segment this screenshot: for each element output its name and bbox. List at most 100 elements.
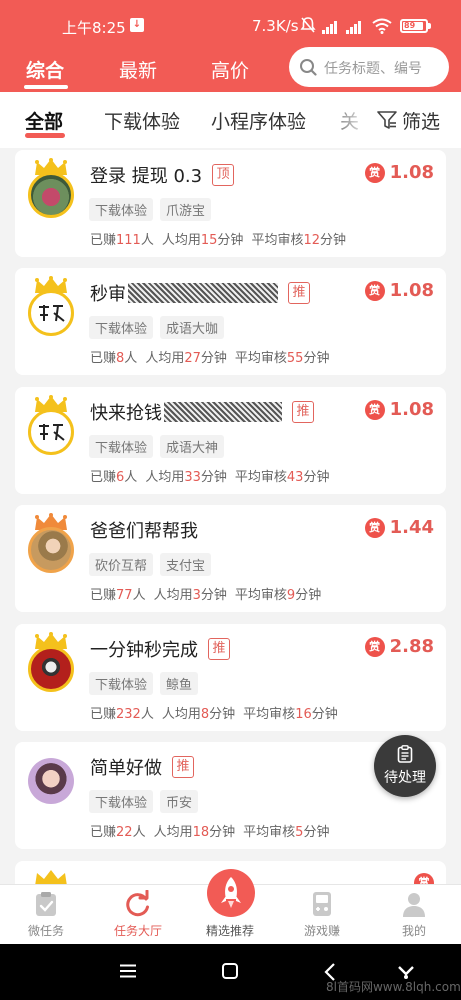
clipboard-check-icon [36, 892, 56, 916]
assistant-icon[interactable] [398, 963, 414, 979]
tab-comprehensive[interactable]: 综合 [26, 56, 64, 83]
task-title: 快来抢钱 推 [90, 399, 314, 425]
nav-label: 游戏赚 [303, 924, 340, 938]
nav-game-earn[interactable]: 游戏赚 [276, 885, 368, 945]
recommend-badge: 推 [288, 282, 310, 304]
status-time: 上午8:25 [62, 19, 126, 37]
filter-icon [377, 111, 397, 129]
reward-icon: 赏 [364, 517, 385, 538]
category-tabs: 全部 下载体验 小程序体验 关 筛选 [0, 92, 461, 148]
user-icon [403, 893, 425, 917]
home-icon[interactable] [222, 963, 238, 979]
task-card[interactable]: 秒审 推 下载体验 成语大咖 已赚8人 人均用27分钟 平均审核55分钟 赏 1.0… [15, 268, 446, 375]
nav-label: 任务大厅 [113, 924, 162, 938]
avatar [25, 276, 77, 336]
tag-category: 下载体验 [89, 435, 154, 458]
task-card[interactable]: 登录 提现 0.3 顶 下载体验 爪游宝 已赚111人 人均用15分钟 平均审核12… [15, 150, 446, 257]
subtab-download[interactable]: 下载体验 [104, 107, 180, 134]
task-card[interactable]: 一分钟秒完成 推 下载体验 鲸鱼 已赚232人 人均用8分钟 平均审核16分钟 赏 … [15, 624, 446, 731]
reward-value: 1.08 [389, 162, 434, 183]
task-stats: 已赚232人 人均用8分钟 平均审核16分钟 [90, 707, 338, 722]
reward-icon: 赏 [364, 399, 385, 420]
task-reward: 赏 1.08 [364, 399, 434, 420]
pending-label: 待处理 [384, 770, 426, 786]
nav-profile[interactable]: 我的 [368, 885, 460, 945]
battery-icon: 89 [400, 19, 428, 33]
task-title-text: 一分钟秒完成 [90, 640, 198, 661]
task-stats: 已赚6人 人均用33分钟 平均审核43分钟 [90, 470, 330, 485]
search-input[interactable]: 任务标题、编号 [289, 47, 449, 87]
task-reward: 赏 [414, 873, 434, 884]
task-title-text: 登录 提现 0.3 [90, 166, 203, 187]
task-reward: 赏 2.88 [364, 636, 434, 657]
reward-icon: 赏 [414, 873, 434, 884]
avatar [25, 513, 77, 573]
battery-level: 89 [404, 21, 416, 30]
avatar [25, 750, 77, 806]
tag-app: 币安 [160, 790, 199, 813]
tag-app: 爪游宝 [160, 198, 212, 221]
task-title-text: 秒审 [90, 284, 126, 305]
nav-label: 精选推荐 [205, 924, 254, 938]
subtab-fade [320, 92, 370, 148]
avatar [25, 158, 77, 218]
download-notification-icon: ↓ [130, 18, 144, 32]
pending-tasks-button[interactable]: 待处理 [374, 735, 436, 797]
tag-app: 支付宝 [160, 553, 212, 576]
task-reward: 赏 1.44 [364, 517, 434, 538]
censored-text [164, 402, 282, 422]
censored-text [128, 283, 278, 303]
task-card[interactable]: 快来抢钱 推 下载体验 成语大神 已赚6人 人均用33分钟 平均审核43分钟 赏 1… [15, 387, 446, 494]
crown-icon [35, 870, 67, 884]
status-bar: 上午8:25 ↓ 7.3K/s 89 [0, 0, 461, 40]
nav-task-hall[interactable]: 任务大厅 [92, 885, 184, 945]
avatar [25, 632, 77, 692]
tag-category: 下载体验 [89, 672, 154, 695]
subtab-mini-program[interactable]: 小程序体验 [211, 107, 306, 134]
task-title: 简单好做 推 [90, 754, 194, 780]
task-card[interactable]: 爸爸们帮帮我 砍价互帮 支付宝 已赚77人 人均用3分钟 平均审核9分钟 赏 1.4… [15, 505, 446, 612]
network-speed: 7.3K/s [252, 17, 299, 35]
task-tags: 砍价互帮 支付宝 [89, 553, 212, 576]
tag-app: 鲸鱼 [160, 672, 199, 695]
task-tags: 下载体验 成语大神 [89, 435, 225, 458]
pinned-badge: 顶 [212, 164, 235, 186]
subtab-indicator [25, 133, 65, 138]
bottom-nav: 微任务 任务大厅 精选推荐 游戏赚 我的 [0, 869, 461, 945]
task-title-text: 快来抢钱 [90, 403, 162, 424]
tab-latest[interactable]: 最新 [119, 56, 157, 83]
task-reward: 赏 1.08 [364, 162, 434, 183]
reward-value: 1.08 [389, 280, 434, 301]
rocket-button [207, 869, 255, 917]
clipboard-icon [397, 745, 413, 763]
avatar [25, 869, 77, 884]
recent-apps-icon[interactable] [120, 964, 136, 978]
task-title-text: 简单好做 [90, 758, 162, 779]
reward-value: 1.44 [389, 517, 434, 538]
gamepad-icon [313, 892, 331, 916]
task-title: 秒审 推 [90, 280, 310, 306]
mute-icon [300, 17, 316, 33]
tag-category: 下载体验 [89, 790, 154, 813]
calligraphy-logo [39, 424, 65, 441]
nav-featured[interactable]: 精选推荐 [184, 869, 276, 945]
tag-app: 成语大咖 [160, 316, 225, 339]
calligraphy-logo [39, 305, 65, 322]
rocket-icon [221, 877, 241, 908]
task-tags: 下载体验 成语大咖 [89, 316, 225, 339]
nav-micro-tasks[interactable]: 微任务 [0, 885, 92, 945]
recommend-badge: 推 [172, 756, 194, 778]
task-reward: 赏 1.08 [364, 280, 434, 301]
tag-category: 下载体验 [89, 316, 154, 339]
subtab-all[interactable]: 全部 [25, 107, 63, 134]
nav-label: 我的 [401, 924, 426, 938]
task-tags: 下载体验 爪游宝 [89, 198, 212, 221]
recommend-badge: 推 [208, 638, 230, 660]
tab-high-price[interactable]: 高价 [211, 56, 249, 83]
filter-button[interactable]: 筛选 [372, 105, 441, 135]
filter-label: 筛选 [402, 110, 441, 133]
task-title: 爸爸们帮帮我 [90, 517, 198, 543]
signal-2-icon [346, 20, 361, 34]
app-header: 上午8:25 ↓ 7.3K/s 89 综合 最新 高价 任务标题、编号 [0, 0, 461, 92]
reward-icon: 赏 [364, 636, 385, 657]
